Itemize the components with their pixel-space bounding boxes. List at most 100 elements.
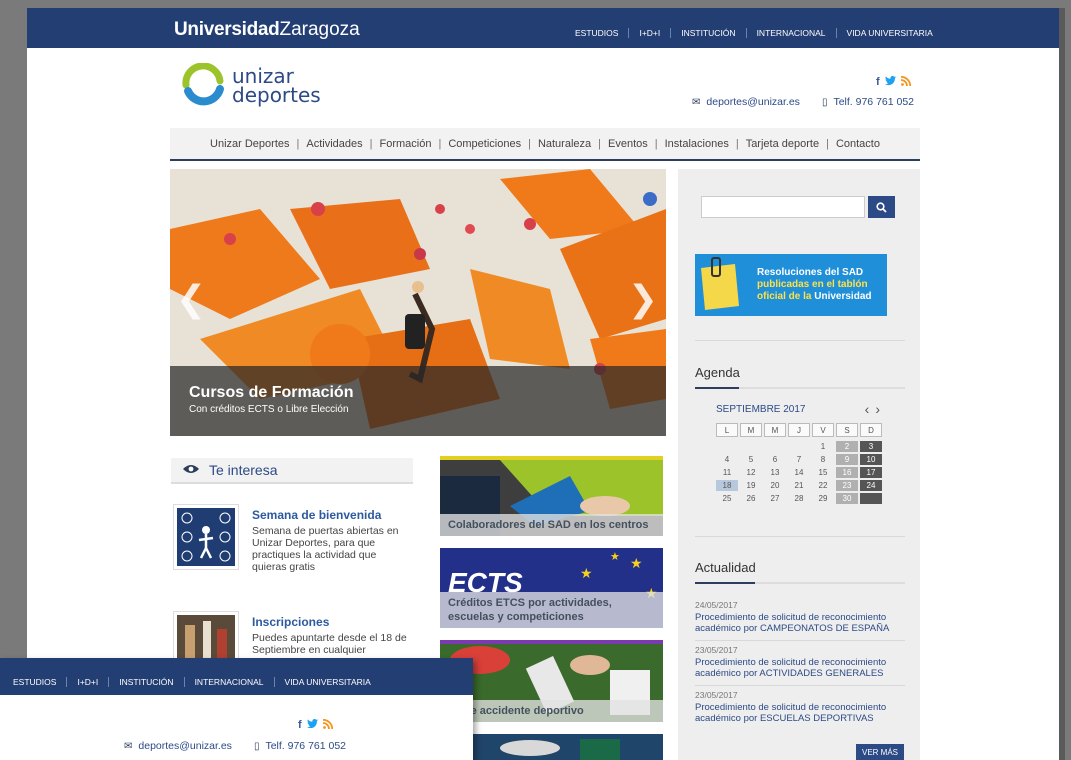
news-item[interactable]: 24/05/2017 Procedimiento de solicitud de… — [695, 596, 905, 641]
calendar-grid: 1 2 3 4 5 6 7 8 9 10 11 12 13 14 15 16 17 18 19 20 21 22 23 24 2… — [716, 441, 886, 504]
news-item[interactable]: 23/05/2017 Procedimiento de solicitud de… — [695, 686, 905, 730]
calendar-day[interactable]: 8 — [812, 454, 834, 465]
topnav-estudios[interactable]: ESTUDIOS — [13, 677, 56, 687]
calendar-weekdays: L M M J V S D — [716, 423, 886, 437]
rss-icon[interactable] — [900, 75, 911, 89]
calendar-day[interactable]: 21 — [788, 480, 810, 491]
calendar-day[interactable]: 5 — [740, 454, 762, 465]
unizar-deportes-logo[interactable]: unizar deportes — [180, 63, 321, 109]
calendar-day[interactable]: 18 — [716, 480, 738, 491]
calendar-day[interactable]: 27 — [764, 493, 786, 504]
nav-competiciones[interactable]: Competiciones — [448, 138, 521, 150]
topnav-idi[interactable]: I+D+I — [639, 28, 660, 38]
list-item[interactable]: Semana de bienvenida Semana de puertas a… — [173, 504, 413, 573]
overlay-social-links: f — [298, 718, 333, 732]
card-accidente-deportivo[interactable]: so de accidente deportivo — [440, 640, 663, 722]
university-logo-light: Zaragoza — [279, 19, 360, 40]
rss-icon[interactable] — [322, 718, 333, 732]
calendar-day[interactable]: 9 — [836, 454, 858, 465]
calendar-day[interactable]: 2 — [836, 441, 858, 452]
calendar-day[interactable]: 15 — [812, 467, 834, 478]
nav-contacto[interactable]: Contacto — [836, 138, 880, 150]
chevron-right-icon[interactable]: ❯ — [628, 279, 658, 320]
twitter-icon[interactable] — [306, 719, 318, 732]
slide-title[interactable]: Cursos de Formación — [189, 383, 666, 402]
nav-unizar-deportes[interactable]: Unizar Deportes — [210, 138, 289, 150]
weekday: M — [740, 423, 762, 437]
news-item[interactable]: 23/05/2017 Procedimiento de solicitud de… — [695, 641, 905, 686]
facebook-icon[interactable]: f — [876, 76, 880, 89]
calendar-day[interactable]: 14 — [788, 467, 810, 478]
search-input[interactable] — [701, 196, 865, 218]
item-body: Semana de bienvenida Semana de puertas a… — [252, 504, 413, 573]
topnav-idi[interactable]: I+D+I — [77, 677, 98, 687]
calendar-day[interactable]: 11 — [716, 467, 738, 478]
item-title[interactable]: Semana de bienvenida — [252, 508, 413, 522]
calendar-day[interactable]: 23 — [836, 480, 858, 491]
divider — [745, 28, 747, 38]
weekday: J — [788, 423, 810, 437]
calendar-day[interactable]: 29 — [812, 493, 834, 504]
calendar-day[interactable]: 28 — [788, 493, 810, 504]
nav-eventos[interactable]: Eventos — [608, 138, 648, 150]
calendar-day[interactable]: 3 — [860, 441, 882, 452]
topnav-vida-universitaria[interactable]: VIDA UNIVERSITARIA — [285, 677, 371, 687]
slide-caption: Cursos de Formación Con créditos ECTS o … — [170, 366, 666, 436]
divider — [695, 536, 905, 537]
topnav-estudios[interactable]: ESTUDIOS — [575, 28, 618, 38]
card-creditos-ects[interactable]: ECTS ★ ★ ★ ★ Créditos ETCS por actividad… — [440, 548, 663, 628]
calendar-day[interactable]: 12 — [740, 467, 762, 478]
calendar-day[interactable]: 22 — [812, 480, 834, 491]
calendar-day[interactable]: 24 — [860, 480, 882, 491]
item-title[interactable]: Inscripciones — [252, 615, 413, 629]
topnav-internacional[interactable]: INTERNACIONAL — [757, 28, 826, 38]
ver-mas-button[interactable]: VER MÁS — [856, 744, 904, 760]
card-colaboradores[interactable]: Colaboradores del SAD en los centros — [440, 456, 663, 536]
calendar-day[interactable]: 17 — [860, 467, 882, 478]
topnav-institucion[interactable]: INSTITUCIÓN — [681, 28, 735, 38]
nav-naturaleza[interactable]: Naturaleza — [538, 138, 591, 150]
news-date: 23/05/2017 — [695, 645, 738, 655]
calendar-day — [860, 493, 882, 504]
calendar-day[interactable]: 16 — [836, 467, 858, 478]
facebook-icon[interactable]: f — [298, 719, 302, 732]
calendar-day[interactable]: 25 — [716, 493, 738, 504]
nav-formacion[interactable]: Formación — [379, 138, 431, 150]
sticky-header-overlay: ESTUDIOS I+D+I INSTITUCIÓN INTERNACIONAL… — [0, 658, 473, 760]
nav-tarjeta-deporte[interactable]: Tarjeta deporte — [746, 138, 819, 150]
email-link[interactable]: deportes@unizar.es — [706, 96, 800, 108]
chevron-left-icon[interactable]: ‹ — [865, 401, 876, 417]
calendar-day[interactable]: 13 — [764, 467, 786, 478]
nav-instalaciones[interactable]: Instalaciones — [665, 138, 729, 150]
calendar-day[interactable]: 30 — [836, 493, 858, 504]
calendar-day[interactable]: 26 — [740, 493, 762, 504]
email-link[interactable]: deportes@unizar.es — [138, 740, 232, 752]
calendar-day[interactable]: 4 — [716, 454, 738, 465]
actualidad-title: Actualidad — [695, 560, 756, 575]
card-partial[interactable] — [440, 734, 663, 760]
calendar-day[interactable]: 20 — [764, 480, 786, 491]
calendar-day[interactable]: 19 — [740, 480, 762, 491]
nav-actividades[interactable]: Actividades — [306, 138, 362, 150]
chevron-left-icon[interactable]: ❮ — [176, 279, 206, 320]
calendar-day[interactable]: 6 — [764, 454, 786, 465]
calendar-day[interactable]: 7 — [788, 454, 810, 465]
chevron-right-icon[interactable]: › — [875, 401, 886, 417]
topnav-institucion[interactable]: INSTITUCIÓN — [119, 677, 173, 687]
hero-slider[interactable]: ❮ ❯ Cursos de Formación Con créditos ECT… — [170, 169, 666, 436]
news-title[interactable]: Procedimiento de solicitud de reconocimi… — [695, 612, 905, 634]
news-title[interactable]: Procedimiento de solicitud de reconocimi… — [695, 657, 905, 679]
search-button[interactable] — [868, 196, 895, 218]
calendar-day[interactable]: 1 — [812, 441, 834, 452]
university-logo[interactable]: UniversidadZaragoza — [174, 19, 360, 41]
topnav-internacional[interactable]: INTERNACIONAL — [195, 677, 264, 687]
slide-subtitle: Con créditos ECTS o Libre Elección — [189, 404, 349, 415]
twitter-icon[interactable] — [884, 76, 896, 89]
calendar-day[interactable]: 10 — [860, 454, 882, 465]
calendar-day — [740, 441, 762, 452]
overlay-contact-info: ✉ deportes@unizar.es ▯ Telf. 976 761 052 — [124, 740, 346, 752]
topnav-vida-universitaria[interactable]: VIDA UNIVERSITARIA — [847, 28, 933, 38]
news-title[interactable]: Procedimiento de solicitud de reconocimi… — [695, 702, 905, 724]
calendar-nav: ‹› — [865, 401, 886, 417]
sad-resoluciones-banner[interactable]: Resoluciones del SAD publicadas en el ta… — [695, 254, 887, 316]
